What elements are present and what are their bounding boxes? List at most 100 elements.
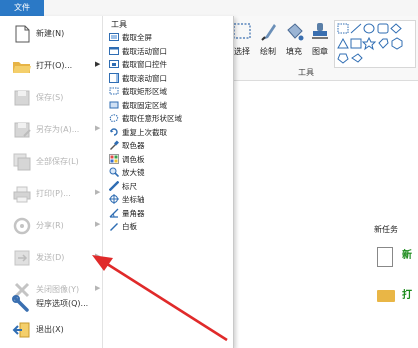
- print-icon: [12, 184, 32, 204]
- tool-item[interactable]: 截取窗口控件: [107, 58, 227, 71]
- file-menu: 新建(N) 打开(O)... ▶ 保存(S) 另存为(A)... ▶ 全部保存(…: [0, 16, 234, 348]
- tool-item-label: 截取滚动窗口: [122, 73, 167, 83]
- send-icon: [12, 248, 32, 268]
- tool-item[interactable]: 放大镜: [107, 166, 227, 179]
- save-icon: [12, 88, 32, 108]
- tool-item[interactable]: 截取活动窗口: [107, 45, 227, 58]
- tool-item[interactable]: 坐标轴: [107, 193, 227, 206]
- menu-item-label: 打印(P)...: [36, 189, 71, 198]
- select-rect-icon: [231, 20, 253, 44]
- tool-item-label: 调色板: [122, 154, 145, 164]
- menu-item-label: 另存为(A)...: [36, 125, 80, 134]
- menu-item-label: 退出(X): [36, 325, 64, 334]
- ribbon-draw-label: 绘制: [260, 47, 276, 56]
- palette-icon: [109, 153, 119, 164]
- ruler-icon: [108, 180, 120, 191]
- shapes-gallery[interactable]: [334, 20, 416, 68]
- tools-panel: 工具 截取全屏截取活动窗口 截取窗口控件 截取滚动窗口 截取矩形区域 截取固定区域截取任…: [103, 16, 231, 348]
- truncated-text: 打: [402, 290, 412, 301]
- magnifier-icon: [109, 167, 120, 178]
- ribbon-stamp-label: 图章: [312, 47, 328, 56]
- save-all-icon: [12, 152, 32, 172]
- submenu-arrow-icon: ▶: [95, 252, 101, 260]
- tool-item-label: 坐标轴: [122, 195, 145, 204]
- truncated-text: 新: [402, 250, 412, 261]
- tool-item-label: 截取任意形状区域: [122, 114, 182, 123]
- menu-item-label: 新建(N): [36, 29, 65, 38]
- tool-item-label: 截取矩形区域: [122, 87, 167, 96]
- ribbon-draw-button[interactable]: 绘制: [256, 20, 280, 57]
- tool-item-label: 取色器: [122, 141, 145, 150]
- tool-item-label: 截取活动窗口: [122, 46, 167, 56]
- menu-item-label: 程序选项(Q)...: [36, 299, 89, 308]
- ribbon-tools-group: 选择 绘制 填充 图章 工具: [228, 16, 418, 81]
- active-window-capture-icon: [109, 46, 119, 56]
- menu-item-new[interactable]: 新建(N): [0, 18, 102, 50]
- menu-item-send[interactable]: 发送(D) ▶: [0, 242, 102, 274]
- share-icon: [12, 216, 32, 236]
- fullscreen-capture-icon: [109, 32, 119, 42]
- protractor-icon: [109, 208, 119, 218]
- tool-item-label: 量角器: [122, 208, 145, 218]
- menu-item-save-all[interactable]: 全部保存(L): [0, 146, 102, 178]
- brush-icon: [257, 20, 279, 44]
- tool-item[interactable]: 重复上次截取: [107, 126, 227, 139]
- tool-item-label: 标尺: [122, 181, 137, 191]
- whiteboard-icon: [109, 221, 119, 231]
- folder-icon: [377, 290, 395, 302]
- menu-item-label: 发送(D): [36, 253, 65, 262]
- fixed-region-capture-icon: [109, 100, 119, 110]
- menu-item-print[interactable]: 打印(P)... ▶: [0, 178, 102, 210]
- tool-item[interactable]: 截取滚动窗口: [107, 72, 227, 85]
- ribbon-group-label: 工具: [298, 68, 314, 77]
- tool-item-label: 白板: [122, 222, 137, 231]
- tools-panel-title: 工具: [111, 20, 127, 29]
- crosshair-icon: [109, 194, 119, 204]
- fill-bucket-icon: [283, 20, 305, 44]
- menu-item-open[interactable]: 打开(O)... ▶: [0, 50, 102, 82]
- save-as-icon: [12, 120, 32, 140]
- menu-item-label: 分享(R): [36, 221, 64, 230]
- tool-item-label: 重复上次截取: [122, 127, 167, 137]
- menu-item-save[interactable]: 保存(S): [0, 82, 102, 114]
- ribbon-select-label: 选择: [234, 47, 250, 56]
- freehand-region-capture-icon: [109, 113, 119, 123]
- tool-item[interactable]: 标尺: [107, 180, 227, 193]
- menu-item-exit[interactable]: 退出(X): [0, 314, 102, 346]
- file-tab[interactable]: 文件: [0, 0, 44, 16]
- ribbon-stamp-button[interactable]: 图章: [308, 20, 332, 57]
- tool-item[interactable]: 截取全屏: [107, 31, 227, 44]
- submenu-arrow-icon: ▶: [95, 220, 101, 228]
- scrolling-window-capture-icon: [109, 72, 119, 83]
- top-toolbar: [44, 0, 418, 17]
- stamp-icon: [309, 20, 331, 44]
- tool-item-label: 截取固定区域: [122, 100, 167, 110]
- tool-item[interactable]: 白板: [107, 220, 227, 233]
- document-icon: [377, 247, 393, 267]
- menu-item-label: 全部保存(L): [36, 157, 79, 166]
- submenu-arrow-icon: ▶: [95, 60, 101, 68]
- tool-item-label: 放大镜: [122, 168, 145, 177]
- file-menu-command-list: 新建(N) 打开(O)... ▶ 保存(S) 另存为(A)... ▶ 全部保存(…: [0, 16, 103, 348]
- wrench-icon: [12, 294, 32, 314]
- ribbon-fill-button[interactable]: 填充: [282, 20, 306, 57]
- tool-item-label: 截取窗口控件: [122, 60, 167, 69]
- tool-item[interactable]: 调色板: [107, 153, 227, 166]
- menu-item-label: 打开(O)...: [36, 61, 73, 70]
- submenu-arrow-icon: ▶: [95, 188, 101, 196]
- tool-item[interactable]: 截取固定区域: [107, 99, 227, 112]
- exit-icon: [12, 320, 32, 340]
- tool-item-label: 截取全屏: [122, 33, 152, 42]
- menu-item-save-as[interactable]: 另存为(A)... ▶: [0, 114, 102, 146]
- new-task-label: 新任务: [374, 225, 398, 234]
- tool-item[interactable]: 量角器: [107, 207, 227, 220]
- rect-region-capture-icon: [109, 86, 119, 96]
- menu-item-label: 保存(S): [36, 93, 64, 102]
- menu-item-share[interactable]: 分享(R) ▶: [0, 210, 102, 242]
- new-doc-icon: [12, 24, 32, 44]
- ribbon-fill-label: 填充: [286, 47, 302, 56]
- tool-item[interactable]: 取色器: [107, 139, 227, 152]
- tool-item[interactable]: 截取任意形状区域: [107, 112, 227, 125]
- open-folder-icon: [12, 56, 32, 76]
- tool-item[interactable]: 截取矩形区域: [107, 85, 227, 98]
